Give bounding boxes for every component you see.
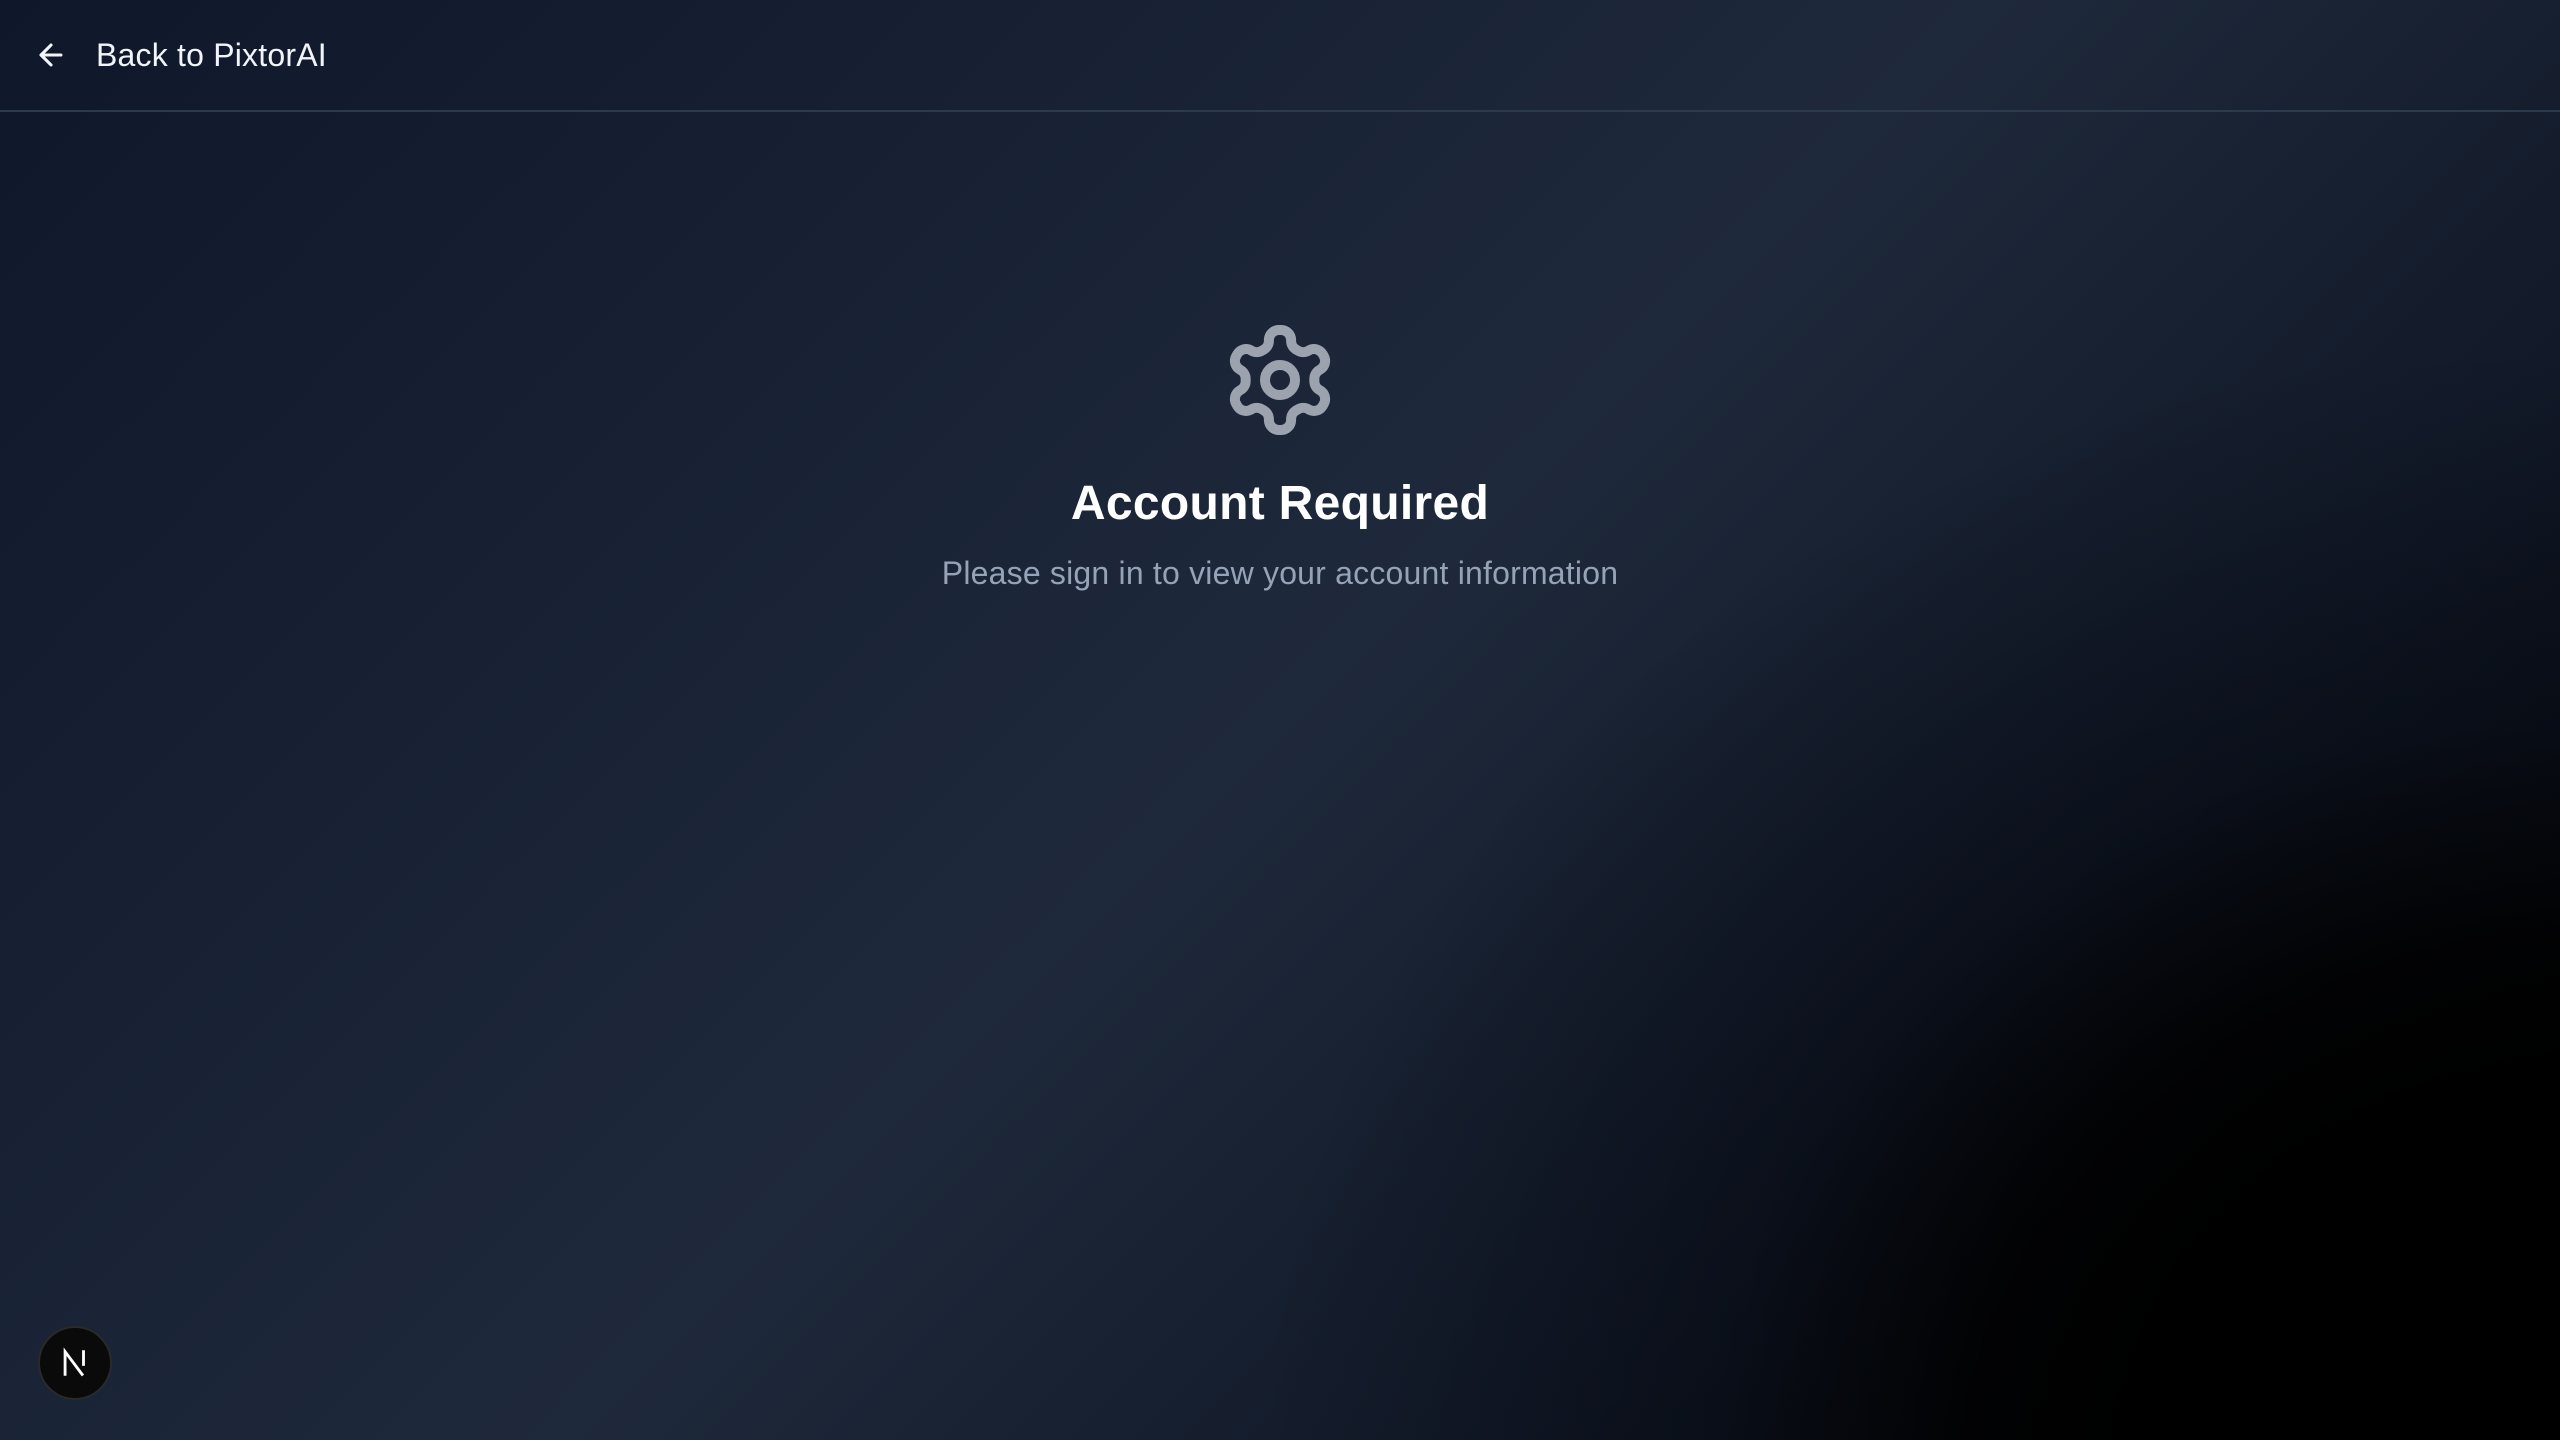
page-title: Account Required: [1070, 477, 1490, 530]
nextjs-n-icon: [63, 1347, 85, 1377]
back-link-label: Back to PixtorAI: [96, 36, 327, 73]
gear-icon: [1229, 325, 1331, 435]
nextjs-dev-tools-button[interactable]: [38, 1326, 112, 1400]
arrow-left-icon: [39, 43, 63, 67]
top-bar: Back to PixtorAI: [0, 0, 2560, 112]
account-required-panel: Account Required Please sign in to view …: [0, 320, 2560, 592]
back-to-pixtorai-link[interactable]: Back to PixtorAI: [34, 37, 327, 74]
page-subtitle: Please sign in to view your account info…: [941, 555, 1619, 591]
